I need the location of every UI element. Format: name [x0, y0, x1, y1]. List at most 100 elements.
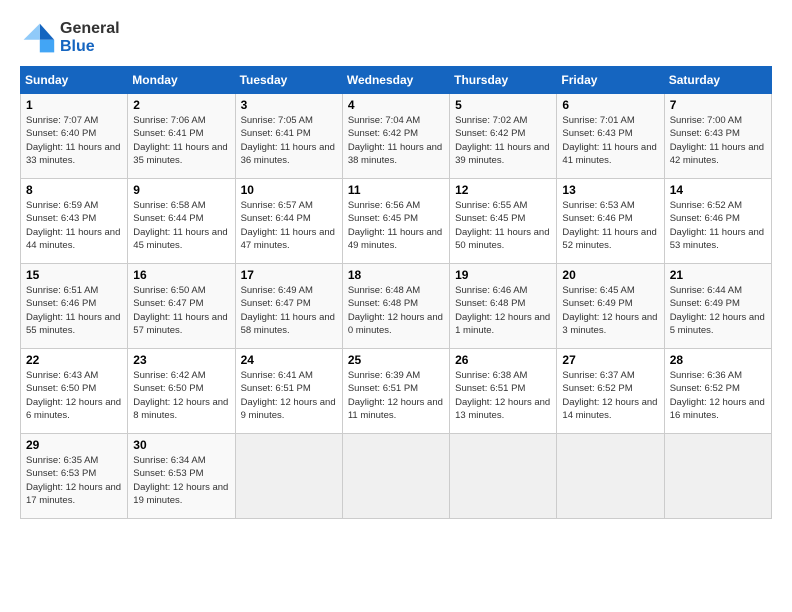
calendar-cell: 1 Sunrise: 7:07 AMSunset: 6:40 PMDayligh… [21, 94, 128, 179]
day-info: Sunrise: 6:48 AMSunset: 6:48 PMDaylight:… [348, 284, 444, 337]
logo: General Blue [20, 20, 120, 56]
day-info: Sunrise: 6:50 AMSunset: 6:47 PMDaylight:… [133, 284, 229, 337]
day-info: Sunrise: 6:51 AMSunset: 6:46 PMDaylight:… [26, 284, 122, 337]
day-info: Sunrise: 6:49 AMSunset: 6:47 PMDaylight:… [241, 284, 337, 337]
calendar-cell: 2 Sunrise: 7:06 AMSunset: 6:41 PMDayligh… [128, 94, 235, 179]
calendar-cell: 9 Sunrise: 6:58 AMSunset: 6:44 PMDayligh… [128, 179, 235, 264]
day-info: Sunrise: 6:44 AMSunset: 6:49 PMDaylight:… [670, 284, 766, 337]
calendar-cell: 14 Sunrise: 6:52 AMSunset: 6:46 PMDaylig… [664, 179, 771, 264]
calendar-table: SundayMondayTuesdayWednesdayThursdayFrid… [20, 66, 772, 519]
day-number: 6 [562, 98, 658, 112]
calendar-cell: 25 Sunrise: 6:39 AMSunset: 6:51 PMDaylig… [342, 349, 449, 434]
day-info: Sunrise: 6:37 AMSunset: 6:52 PMDaylight:… [562, 369, 658, 422]
calendar-cell: 5 Sunrise: 7:02 AMSunset: 6:42 PMDayligh… [450, 94, 557, 179]
day-number: 13 [562, 183, 658, 197]
calendar-cell: 20 Sunrise: 6:45 AMSunset: 6:49 PMDaylig… [557, 264, 664, 349]
calendar-cell: 12 Sunrise: 6:55 AMSunset: 6:45 PMDaylig… [450, 179, 557, 264]
day-number: 5 [455, 98, 551, 112]
calendar-week-3: 15 Sunrise: 6:51 AMSunset: 6:46 PMDaylig… [21, 264, 772, 349]
calendar-cell: 23 Sunrise: 6:42 AMSunset: 6:50 PMDaylig… [128, 349, 235, 434]
logo-text: General Blue [60, 20, 120, 56]
weekday-header-wednesday: Wednesday [342, 67, 449, 94]
calendar-cell [450, 434, 557, 519]
day-info: Sunrise: 6:56 AMSunset: 6:45 PMDaylight:… [348, 199, 444, 252]
day-info: Sunrise: 6:38 AMSunset: 6:51 PMDaylight:… [455, 369, 551, 422]
day-info: Sunrise: 6:46 AMSunset: 6:48 PMDaylight:… [455, 284, 551, 337]
calendar-cell: 6 Sunrise: 7:01 AMSunset: 6:43 PMDayligh… [557, 94, 664, 179]
day-number: 3 [241, 98, 337, 112]
day-info: Sunrise: 6:42 AMSunset: 6:50 PMDaylight:… [133, 369, 229, 422]
calendar-week-1: 1 Sunrise: 7:07 AMSunset: 6:40 PMDayligh… [21, 94, 772, 179]
day-info: Sunrise: 7:05 AMSunset: 6:41 PMDaylight:… [241, 114, 337, 167]
calendar-cell: 30 Sunrise: 6:34 AMSunset: 6:53 PMDaylig… [128, 434, 235, 519]
calendar-cell: 22 Sunrise: 6:43 AMSunset: 6:50 PMDaylig… [21, 349, 128, 434]
calendar-cell: 8 Sunrise: 6:59 AMSunset: 6:43 PMDayligh… [21, 179, 128, 264]
calendar-cell: 27 Sunrise: 6:37 AMSunset: 6:52 PMDaylig… [557, 349, 664, 434]
calendar-cell: 17 Sunrise: 6:49 AMSunset: 6:47 PMDaylig… [235, 264, 342, 349]
day-info: Sunrise: 6:39 AMSunset: 6:51 PMDaylight:… [348, 369, 444, 422]
day-number: 29 [26, 438, 122, 452]
weekday-header-sunday: Sunday [21, 67, 128, 94]
day-info: Sunrise: 6:55 AMSunset: 6:45 PMDaylight:… [455, 199, 551, 252]
logo-icon [20, 20, 56, 56]
day-info: Sunrise: 7:02 AMSunset: 6:42 PMDaylight:… [455, 114, 551, 167]
day-number: 21 [670, 268, 766, 282]
day-info: Sunrise: 6:35 AMSunset: 6:53 PMDaylight:… [26, 454, 122, 507]
calendar-cell: 10 Sunrise: 6:57 AMSunset: 6:44 PMDaylig… [235, 179, 342, 264]
day-number: 7 [670, 98, 766, 112]
day-number: 9 [133, 183, 229, 197]
day-info: Sunrise: 6:53 AMSunset: 6:46 PMDaylight:… [562, 199, 658, 252]
page-container: General Blue SundayMondayTuesdayWednesda… [20, 20, 772, 519]
weekday-header-saturday: Saturday [664, 67, 771, 94]
calendar-cell: 26 Sunrise: 6:38 AMSunset: 6:51 PMDaylig… [450, 349, 557, 434]
calendar-week-4: 22 Sunrise: 6:43 AMSunset: 6:50 PMDaylig… [21, 349, 772, 434]
calendar-cell [235, 434, 342, 519]
day-info: Sunrise: 6:57 AMSunset: 6:44 PMDaylight:… [241, 199, 337, 252]
calendar-cell: 7 Sunrise: 7:00 AMSunset: 6:43 PMDayligh… [664, 94, 771, 179]
day-info: Sunrise: 6:41 AMSunset: 6:51 PMDaylight:… [241, 369, 337, 422]
weekday-header-tuesday: Tuesday [235, 67, 342, 94]
day-info: Sunrise: 6:59 AMSunset: 6:43 PMDaylight:… [26, 199, 122, 252]
day-info: Sunrise: 6:36 AMSunset: 6:52 PMDaylight:… [670, 369, 766, 422]
day-number: 12 [455, 183, 551, 197]
day-info: Sunrise: 7:00 AMSunset: 6:43 PMDaylight:… [670, 114, 766, 167]
day-number: 4 [348, 98, 444, 112]
day-number: 27 [562, 353, 658, 367]
header: General Blue [20, 20, 772, 56]
day-number: 22 [26, 353, 122, 367]
calendar-cell: 24 Sunrise: 6:41 AMSunset: 6:51 PMDaylig… [235, 349, 342, 434]
day-number: 16 [133, 268, 229, 282]
day-number: 8 [26, 183, 122, 197]
calendar-cell: 19 Sunrise: 6:46 AMSunset: 6:48 PMDaylig… [450, 264, 557, 349]
day-number: 1 [26, 98, 122, 112]
day-number: 2 [133, 98, 229, 112]
calendar-week-2: 8 Sunrise: 6:59 AMSunset: 6:43 PMDayligh… [21, 179, 772, 264]
weekday-header-row: SundayMondayTuesdayWednesdayThursdayFrid… [21, 67, 772, 94]
day-number: 19 [455, 268, 551, 282]
day-info: Sunrise: 7:01 AMSunset: 6:43 PMDaylight:… [562, 114, 658, 167]
calendar-cell [664, 434, 771, 519]
calendar-cell [557, 434, 664, 519]
calendar-cell: 4 Sunrise: 7:04 AMSunset: 6:42 PMDayligh… [342, 94, 449, 179]
day-number: 17 [241, 268, 337, 282]
day-number: 15 [26, 268, 122, 282]
day-number: 20 [562, 268, 658, 282]
calendar-cell [342, 434, 449, 519]
day-number: 26 [455, 353, 551, 367]
calendar-cell: 11 Sunrise: 6:56 AMSunset: 6:45 PMDaylig… [342, 179, 449, 264]
day-info: Sunrise: 6:34 AMSunset: 6:53 PMDaylight:… [133, 454, 229, 507]
day-info: Sunrise: 7:07 AMSunset: 6:40 PMDaylight:… [26, 114, 122, 167]
day-number: 25 [348, 353, 444, 367]
calendar-cell: 21 Sunrise: 6:44 AMSunset: 6:49 PMDaylig… [664, 264, 771, 349]
weekday-header-thursday: Thursday [450, 67, 557, 94]
calendar-cell: 16 Sunrise: 6:50 AMSunset: 6:47 PMDaylig… [128, 264, 235, 349]
calendar-cell: 29 Sunrise: 6:35 AMSunset: 6:53 PMDaylig… [21, 434, 128, 519]
calendar-cell: 3 Sunrise: 7:05 AMSunset: 6:41 PMDayligh… [235, 94, 342, 179]
day-info: Sunrise: 6:52 AMSunset: 6:46 PMDaylight:… [670, 199, 766, 252]
day-number: 28 [670, 353, 766, 367]
calendar-week-5: 29 Sunrise: 6:35 AMSunset: 6:53 PMDaylig… [21, 434, 772, 519]
day-number: 30 [133, 438, 229, 452]
day-number: 11 [348, 183, 444, 197]
calendar-cell: 18 Sunrise: 6:48 AMSunset: 6:48 PMDaylig… [342, 264, 449, 349]
calendar-cell: 15 Sunrise: 6:51 AMSunset: 6:46 PMDaylig… [21, 264, 128, 349]
